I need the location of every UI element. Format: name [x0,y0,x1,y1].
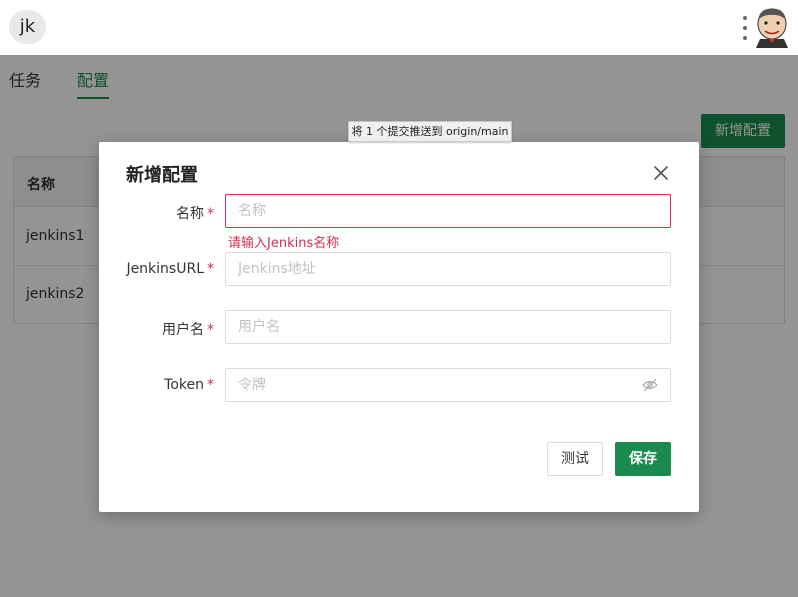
add-config-dialog: 新增配置 名称* 请输入Jenkins名称 JenkinsURL* 用户名* T… [99,142,699,512]
jenkins-url-input[interactable] [225,252,671,286]
token-input[interactable] [225,368,671,402]
jenkins-butler-icon[interactable] [752,6,792,48]
name-label: 名称 * [176,206,214,222]
top-bar: jk [0,0,798,55]
username-label: 用户名 * [162,322,214,338]
required-mark: * [207,261,214,277]
required-mark: * [207,322,214,338]
avatar[interactable]: jk [9,10,46,44]
dialog-title: 新增配置 [126,165,198,186]
username-input[interactable] [225,310,671,344]
name-error-message: 请输入Jenkins名称 [228,236,340,251]
token-label: Token * [164,377,214,393]
kebab-menu-icon[interactable] [740,14,750,42]
close-icon[interactable] [652,164,670,182]
test-button[interactable]: 测试 [547,442,603,476]
required-mark: * [207,206,214,222]
name-input[interactable] [225,194,671,228]
save-button[interactable]: 保存 [615,442,671,476]
eye-off-icon[interactable] [642,378,658,392]
push-tooltip: 将 1 个提交推送到 origin/main [348,121,512,142]
required-mark: * [207,377,214,393]
jenkins-url-label: JenkinsURL * [126,261,214,277]
